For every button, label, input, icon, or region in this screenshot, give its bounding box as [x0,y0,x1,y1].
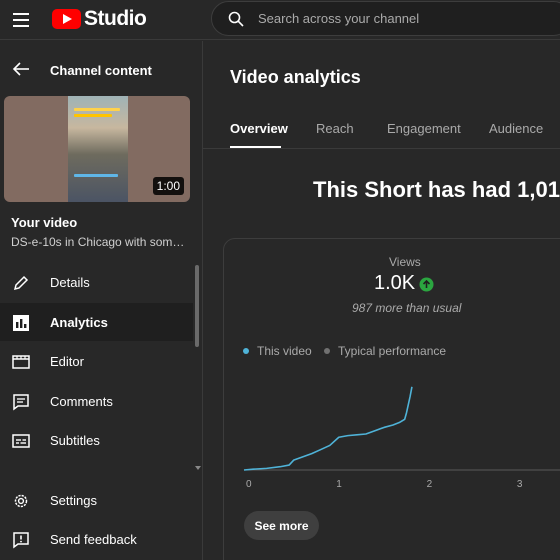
sidebar-item-label: Comments [50,394,113,409]
editor-icon [12,355,30,369]
video-thumbnail[interactable]: 1:00 [4,96,190,202]
sidebar-item-subtitles[interactable]: Subtitles [0,421,193,459]
legend-typical-performance: Typical performance [338,344,447,358]
sidebar-item-settings[interactable]: Settings [0,481,193,519]
video-duration: 1:00 [152,177,184,195]
search-icon[interactable] [228,11,244,27]
page-title: Video analytics [230,67,361,87]
sidebar-item-editor[interactable]: Editor [0,342,193,380]
x-tick-label: 2 [427,479,433,490]
sidebar-item-send-feedback[interactable]: Send feedback [0,520,193,558]
studio-logo[interactable]: Studio [52,7,147,30]
legend-this-video: This video [257,344,312,358]
logo-text: Studio [84,7,147,30]
sidebar-scrollbar[interactable] [195,265,199,347]
thumbnail-image [68,96,128,202]
sidebar-item-comments[interactable]: Comments [0,382,193,420]
sidebar-item-label: Subtitles [50,433,100,448]
x-tick-label: 1 [336,479,342,490]
tabs-divider [203,148,560,149]
sidebar-item-label: Settings [50,493,97,508]
sidebar-item-label: Analytics [50,315,108,330]
pencil-icon [13,275,29,291]
top-bar: Studio [0,0,560,40]
sidebar-item-label: Details [50,275,90,290]
analytics-icon [13,315,29,331]
search-input[interactable] [258,2,558,35]
x-tick-label: 0 [246,479,252,490]
comments-icon [13,394,29,411]
views-line-chart: 0 1 2 3 [243,386,560,490]
analytics-headline: This Short has had 1,017 [313,177,560,202]
legend-dot-this-video [243,348,249,354]
tab-engagement[interactable]: Engagement [387,121,461,136]
sidebar-item-analytics[interactable]: Analytics [0,303,193,341]
sidebar-item-details[interactable]: Details [0,263,193,301]
see-more-button[interactable]: See more [244,511,319,540]
gear-icon [14,494,28,508]
sidebar: Channel content 1:00 Your video DS-e-10s… [0,41,203,560]
search-box[interactable] [211,1,560,36]
scroll-down-arrow-icon[interactable] [195,466,201,470]
views-label: Views [389,255,421,269]
x-tick-label: 3 [517,479,523,490]
sidebar-item-label: Editor [50,354,84,369]
legend-dot-typical [324,348,330,354]
tab-audience[interactable]: Audience [489,121,543,136]
views-comparison-note: 987 more than usual [352,301,462,315]
youtube-logo-icon [52,9,81,29]
views-value: 1.0K [374,272,416,294]
tab-reach[interactable]: Reach [316,121,354,136]
back-arrow-icon[interactable] [12,61,30,77]
feedback-icon [13,532,29,549]
sidebar-item-label: Send feedback [50,532,137,547]
your-video-label: Your video [11,215,78,230]
tab-overview[interactable]: Overview [230,121,288,136]
series-line-this-video [243,386,413,471]
arrow-up-circle-icon [419,277,434,292]
hamburger-menu-icon[interactable] [12,10,32,30]
channel-content-title: Channel content [50,63,152,78]
video-title: DS-e-10s in Chicago with some… [11,235,191,249]
subtitles-icon [12,434,30,448]
